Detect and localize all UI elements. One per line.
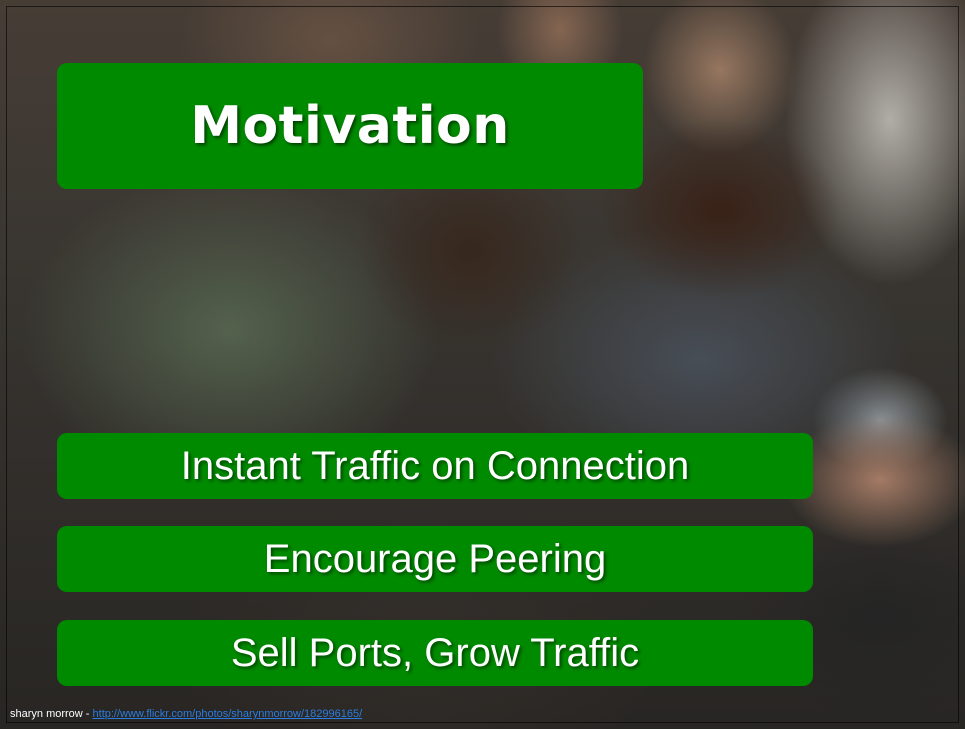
- bullet-text-3: Sell Ports, Grow Traffic: [230, 630, 640, 675]
- slide-title: Motivation: [190, 96, 510, 156]
- photo-credit: sharyn morrow - http://www.flickr.com/ph…: [10, 708, 362, 720]
- bullet-text-1: Instant Traffic on Connection: [180, 443, 690, 488]
- bullet-box-1: Instant Traffic on Connection: [57, 433, 813, 499]
- bullet-text-2: Encourage Peering: [263, 536, 607, 581]
- slide: Motivation Instant Traffic on Connection…: [0, 0, 965, 729]
- photo-credit-link[interactable]: http://www.flickr.com/photos/sharynmorro…: [93, 708, 363, 720]
- bullet-box-3: Sell Ports, Grow Traffic: [57, 620, 813, 686]
- bullet-box-2: Encourage Peering: [57, 526, 813, 592]
- photo-credit-author: sharyn morrow -: [10, 708, 93, 720]
- title-box: Motivation: [57, 63, 643, 189]
